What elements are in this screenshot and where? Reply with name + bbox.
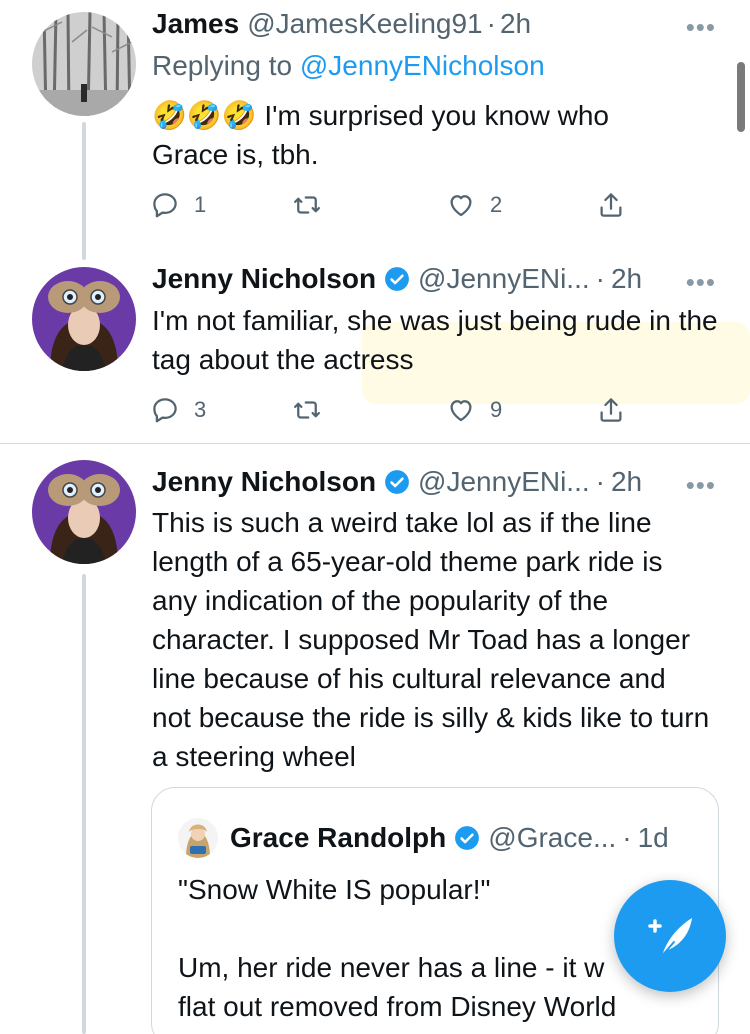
share-icon [600, 193, 622, 217]
author-name[interactable]: James [152, 8, 239, 40]
quoted-author-name[interactable]: Grace Randolph [230, 822, 446, 854]
more-options-icon[interactable]: ••• [686, 12, 716, 43]
tweet-jenny-reply[interactable]: Jenny Nicholson @JennyENi... · 2h ••• I'… [0, 255, 750, 443]
like-button[interactable]: 9 [446, 395, 502, 425]
thread-connector [82, 122, 86, 260]
compose-tweet-button[interactable] [614, 880, 726, 992]
replying-to: Replying to @JennyENicholson [152, 50, 545, 82]
tweet-text: 🤣🤣🤣 I'm surprised you know who Grace is,… [152, 96, 722, 174]
author-handle[interactable]: @JamesKeeling91 [247, 8, 482, 40]
like-button[interactable]: 2 [446, 190, 502, 220]
separator-dot: · [595, 263, 605, 294]
like-count: 2 [490, 192, 503, 217]
share-icon [600, 398, 622, 422]
tweet-actions: 1 2 [150, 190, 630, 230]
quoted-tweet-header: Grace Randolph @Grace... · 1d [178, 818, 669, 858]
separator-dot: · [622, 822, 632, 853]
thread-connector [82, 574, 86, 1034]
timestamp[interactable]: 2h [611, 263, 642, 295]
tweet-header: Jenny Nicholson @JennyENi... · 2h [152, 263, 642, 295]
author-handle[interactable]: @JennyENi... [418, 466, 590, 498]
avatar-jenny[interactable] [32, 460, 136, 564]
author-name[interactable]: Jenny Nicholson [152, 466, 376, 498]
separator-dot: · [486, 8, 496, 39]
verified-badge-icon [385, 470, 409, 494]
author-name[interactable]: Jenny Nicholson [152, 263, 376, 295]
avatar-james[interactable] [32, 12, 136, 116]
replying-to-link[interactable]: @JennyENicholson [300, 50, 545, 81]
tweet-header: James @JamesKeeling91 · 2h [152, 8, 531, 40]
tweet-james[interactable]: James @JamesKeeling91 · 2h ••• Replying … [0, 0, 750, 260]
heart-icon [450, 400, 472, 422]
separator-dot: · [595, 466, 605, 497]
quoted-author-handle[interactable]: @Grace... [488, 822, 616, 854]
quoted-text-line3: flat out removed from Disney World [178, 991, 617, 1022]
more-options-icon[interactable]: ••• [686, 267, 716, 298]
author-handle[interactable]: @JennyENi... [418, 263, 590, 295]
replying-prefix: Replying to [152, 50, 300, 81]
tweet-text-line2: Grace is, tbh. [152, 139, 319, 170]
reply-button[interactable]: 3 [150, 395, 206, 425]
avatar-jenny[interactable] [32, 267, 136, 371]
reply-count: 1 [194, 192, 207, 217]
reply-icon [153, 398, 177, 423]
timestamp[interactable]: 2h [500, 8, 531, 40]
tweet-actions: 3 9 [150, 395, 630, 435]
reply-button[interactable]: 1 [150, 190, 206, 220]
like-count: 9 [490, 397, 503, 422]
compose-feather-icon [648, 918, 692, 959]
quoted-timestamp[interactable]: 1d [638, 822, 669, 854]
reply-icon [153, 193, 177, 218]
retweet-icon [294, 401, 320, 419]
share-button[interactable] [596, 190, 626, 220]
timestamp[interactable]: 2h [611, 466, 642, 498]
retweet-button[interactable] [292, 395, 336, 425]
verified-badge-icon [385, 267, 409, 291]
more-options-icon[interactable]: ••• [686, 470, 716, 501]
reply-count: 3 [194, 397, 207, 422]
verified-badge-icon [455, 826, 480, 850]
tweet-text: I'm not familiar, she was just being rud… [152, 305, 718, 375]
tweet-text-line1: I'm surprised you know who [256, 100, 609, 131]
heart-icon [450, 195, 472, 217]
retweet-icon [294, 196, 320, 214]
avatar-grace[interactable] [178, 818, 218, 858]
emoji: 🤣🤣🤣 [152, 100, 257, 131]
share-button[interactable] [596, 395, 626, 425]
retweet-button[interactable] [292, 190, 336, 220]
tweet-header: Jenny Nicholson @JennyENi... · 2h [152, 466, 642, 498]
tweet-text: This is such a weird take lol as if the … [152, 507, 710, 772]
